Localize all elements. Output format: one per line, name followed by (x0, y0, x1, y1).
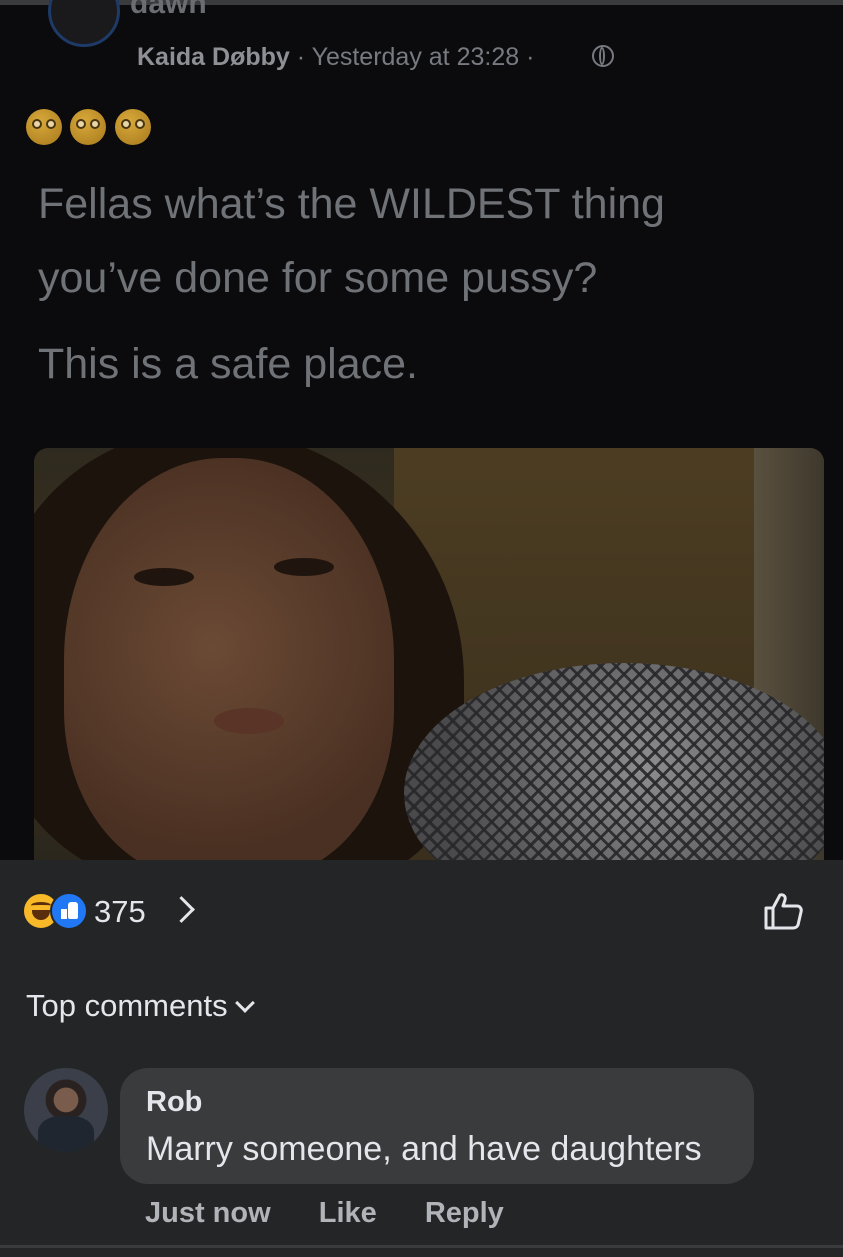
comment-like-button[interactable]: Like (319, 1197, 377, 1229)
comment-text: Marry someone, and have daughters (146, 1130, 702, 1168)
dizzy-face-icon (26, 109, 62, 145)
comment-author[interactable]: Rob (146, 1086, 202, 1119)
post-timestamp[interactable]: Yesterday at 23:28 (312, 43, 520, 71)
chevron-down-icon (234, 993, 255, 1013)
comment-actions: Just now Like Reply (145, 1197, 544, 1230)
dizzy-face-icon (70, 109, 107, 145)
like-icon (50, 892, 88, 930)
emoji-row (26, 109, 155, 149)
post-text-line-1: Fellas what’s the WILDEST thing (38, 180, 665, 228)
comment-reply-button[interactable]: Reply (425, 1197, 504, 1229)
group-avatar[interactable] (48, 0, 120, 47)
post-container: dawn Kaida Døbby · Yesterday at 23:28 · … (0, 0, 843, 860)
post-image[interactable] (34, 448, 824, 860)
dizzy-face-icon (114, 109, 151, 145)
commenter-avatar[interactable] (24, 1068, 108, 1152)
meta-separator: · (289, 43, 312, 71)
group-name[interactable]: dawn (130, 0, 207, 21)
chevron-right-icon (168, 896, 195, 923)
bottom-divider (0, 1245, 843, 1248)
globe-icon (592, 45, 614, 67)
post-author[interactable]: Kaida Døbby (137, 43, 290, 71)
post-text-line-3: This is a safe place. (38, 340, 419, 388)
thumbs-up-icon[interactable] (762, 890, 804, 932)
top-comments-label: Top comments (26, 988, 228, 1023)
meta-separator-2: · (519, 43, 535, 71)
reaction-count: 375 (94, 894, 146, 929)
top-comments-selector[interactable]: Top comments (26, 988, 255, 1024)
comment-bubble[interactable]: Rob Marry someone, and have daughters (120, 1068, 754, 1184)
post-meta: Kaida Døbby · Yesterday at 23:28 · (137, 43, 534, 72)
comment-time[interactable]: Just now (145, 1197, 271, 1229)
post-text-line-2: you’ve done for some pussy? (38, 254, 598, 302)
